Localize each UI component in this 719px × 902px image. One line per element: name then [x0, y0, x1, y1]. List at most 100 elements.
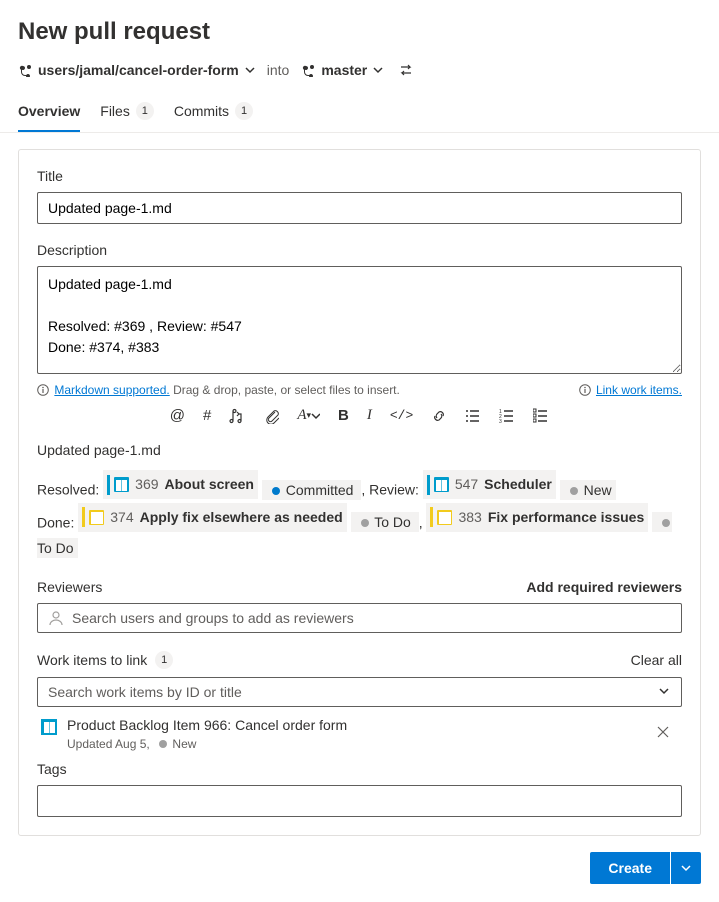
work-item-chip[interactable]: 374 Apply fix elsewhere as needed: [78, 503, 346, 532]
branch-bar: users/jamal/cancel-order-form into maste…: [0, 58, 719, 94]
task-icon: [437, 510, 452, 525]
tab-files[interactable]: Files 1: [100, 94, 154, 132]
work-items-label: Work items to link: [37, 652, 147, 668]
linked-item-title[interactable]: Product Backlog Item 966: Cancel order f…: [67, 717, 347, 733]
markdown-toolbar: @ # A▾ B I </>: [37, 407, 682, 424]
state-text: To Do: [374, 514, 411, 530]
item-bar: [82, 507, 85, 527]
source-branch-select[interactable]: users/jamal/cancel-order-form: [18, 62, 255, 78]
state-chip: Committed: [262, 480, 361, 500]
create-button[interactable]: Create: [590, 852, 670, 884]
commits-count-badge: 1: [235, 102, 253, 120]
title-input[interactable]: [37, 192, 682, 224]
work-item-title: Scheduler: [484, 472, 552, 497]
tabs: Overview Files 1 Commits 1: [0, 94, 719, 133]
files-count-badge: 1: [136, 102, 154, 120]
info-icon: [579, 384, 591, 396]
info-icon: [37, 384, 49, 396]
work-item-id: 374: [110, 505, 133, 530]
work-item-chip[interactable]: 547 Scheduler: [423, 470, 556, 499]
markdown-link[interactable]: Markdown supported.: [54, 383, 169, 397]
tab-overview[interactable]: Overview: [18, 94, 80, 132]
work-item-title: Apply fix elsewhere as needed: [140, 505, 343, 530]
linked-state: New: [172, 737, 196, 751]
work-item-chip[interactable]: 369 About screen: [103, 470, 258, 499]
pr-form-panel: Title Description Markdown supported. Dr…: [18, 149, 701, 836]
italic-button[interactable]: I: [367, 407, 372, 424]
mention-button[interactable]: @: [170, 407, 185, 424]
item-bar: [427, 475, 430, 495]
separator: ,: [419, 514, 427, 530]
description-input[interactable]: [37, 266, 682, 374]
work-items-search[interactable]: Search work items by ID or title: [37, 677, 682, 707]
tab-commits-label: Commits: [174, 103, 229, 119]
item-bar: [430, 507, 433, 527]
target-branch-name: master: [321, 62, 367, 78]
branch-icon: [18, 63, 32, 77]
backlog-item-icon: [41, 719, 57, 735]
title-label: Title: [37, 168, 682, 184]
state-chip: New: [560, 480, 616, 500]
item-bar: [107, 475, 110, 495]
number-list-button[interactable]: [499, 407, 515, 424]
create-dropdown-button[interactable]: [671, 852, 701, 884]
target-branch-select[interactable]: master: [301, 62, 383, 78]
branch-icon: [301, 63, 315, 77]
page-title: New pull request: [0, 0, 719, 58]
preview-heading: Updated page-1.md: [37, 442, 682, 458]
state-dot-icon: [272, 487, 280, 495]
reviewers-search[interactable]: [37, 603, 682, 633]
attach-button[interactable]: [263, 407, 279, 424]
work-item-id: 369: [135, 472, 158, 497]
hash-button[interactable]: #: [203, 407, 211, 424]
work-item-chip[interactable]: 383 Fix performance issues: [426, 503, 648, 532]
person-icon: [48, 610, 64, 626]
swap-branches-icon[interactable]: [399, 62, 415, 78]
work-item-title: About screen: [165, 472, 254, 497]
add-required-reviewers-link[interactable]: Add required reviewers: [526, 579, 682, 595]
bold-button[interactable]: B: [338, 407, 349, 424]
backlog-item-icon: [114, 477, 129, 492]
review-label: , Review:: [361, 482, 419, 498]
footer-actions: Create: [0, 852, 719, 902]
state-chip: To Do: [351, 512, 419, 532]
task-list-button[interactable]: [533, 407, 549, 424]
state-dot-icon: [361, 519, 369, 527]
preview-body: Resolved: 369 About screen Committed , R…: [37, 470, 682, 561]
linked-item-meta: Updated Aug 5, New: [67, 737, 347, 751]
task-icon: [89, 510, 104, 525]
linked-work-item: Product Backlog Item 966: Cancel order f…: [37, 707, 682, 761]
bullet-list-button[interactable]: [465, 407, 481, 424]
chevron-down-icon: [659, 686, 671, 698]
clear-all-link[interactable]: Clear all: [631, 652, 682, 668]
drag-hint: Drag & drop, paste, or select files to i…: [170, 383, 400, 397]
tags-label: Tags: [37, 761, 682, 777]
link-work-items-hint: Link work items.: [579, 383, 682, 397]
remove-linked-item-button[interactable]: [648, 717, 678, 750]
text-style-button[interactable]: A▾: [297, 407, 320, 424]
work-item-id: 383: [458, 505, 481, 530]
pr-ref-button[interactable]: [229, 407, 245, 424]
linked-updated: Updated Aug 5,: [67, 737, 150, 751]
tab-commits[interactable]: Commits 1: [174, 94, 253, 132]
reviewers-input[interactable]: [72, 610, 671, 626]
link-button[interactable]: [431, 407, 447, 424]
state-text: New: [584, 482, 612, 498]
description-label: Description: [37, 242, 682, 258]
into-label: into: [267, 62, 290, 78]
markdown-hint: Markdown supported. Drag & drop, paste, …: [37, 383, 400, 397]
reviewers-label: Reviewers: [37, 579, 102, 595]
state-text: To Do: [37, 540, 74, 556]
chevron-down-icon: [373, 65, 383, 75]
source-branch-name: users/jamal/cancel-order-form: [38, 62, 239, 78]
chevron-down-icon: [245, 65, 255, 75]
work-items-placeholder: Search work items by ID or title: [48, 684, 242, 700]
link-work-items-link[interactable]: Link work items.: [596, 383, 682, 397]
backlog-item-icon: [434, 477, 449, 492]
code-button[interactable]: </>: [390, 407, 413, 424]
state-dot-icon: [159, 740, 167, 748]
state-dot-icon: [570, 487, 578, 495]
work-item-title: Fix performance issues: [488, 505, 644, 530]
state-dot-icon: [662, 519, 670, 527]
tags-input[interactable]: [37, 785, 682, 817]
